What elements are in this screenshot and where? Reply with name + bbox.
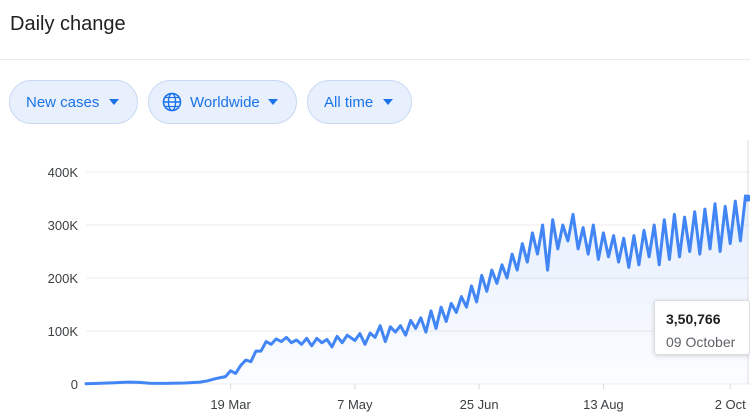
series-area: [86, 195, 748, 384]
globe-icon: [162, 92, 182, 112]
period-dropdown-label: All time: [324, 93, 374, 111]
tooltip-value: 3,50,766: [666, 311, 721, 327]
x-tick-label: 25 Jun: [460, 397, 499, 412]
region-dropdown[interactable]: Worldwide: [148, 80, 297, 124]
caret-down-icon: [109, 99, 120, 105]
daily-change-card: Daily change New cases Worldwide All tim…: [0, 0, 750, 420]
metric-dropdown-label: New cases: [26, 93, 100, 111]
caret-down-icon: [383, 99, 394, 105]
y-tick-label: 0: [71, 377, 78, 392]
x-tick-label: 7 May: [337, 397, 373, 412]
metric-dropdown[interactable]: New cases: [9, 80, 138, 124]
daily-change-chart[interactable]: 0 100K 200K 300K 400K 19 Mar 7 May 25 Jun 13 Au…: [0, 140, 750, 420]
y-tick-label: 400K: [48, 165, 79, 180]
y-tick-label: 200K: [48, 271, 79, 286]
x-tick-label: 2 Oct: [715, 397, 746, 412]
y-tick-label: 100K: [48, 324, 79, 339]
y-axis-labels: 0 100K 200K 300K 400K: [48, 165, 79, 392]
x-tick-label: 13 Aug: [583, 397, 624, 412]
header-divider: [0, 59, 750, 60]
x-axis-labels: 19 Mar 7 May 25 Jun 13 Aug 2 Oct: [210, 384, 746, 412]
region-dropdown-label: Worldwide: [190, 93, 260, 111]
caret-down-icon: [267, 99, 278, 105]
y-tick-label: 300K: [48, 218, 79, 233]
tooltip-date: 09 October: [666, 334, 736, 350]
period-dropdown[interactable]: All time: [307, 80, 412, 124]
card-title: Daily change: [10, 13, 126, 35]
x-tick-label: 19 Mar: [210, 397, 251, 412]
value-tooltip: 3,50,766 09 October: [654, 300, 750, 355]
